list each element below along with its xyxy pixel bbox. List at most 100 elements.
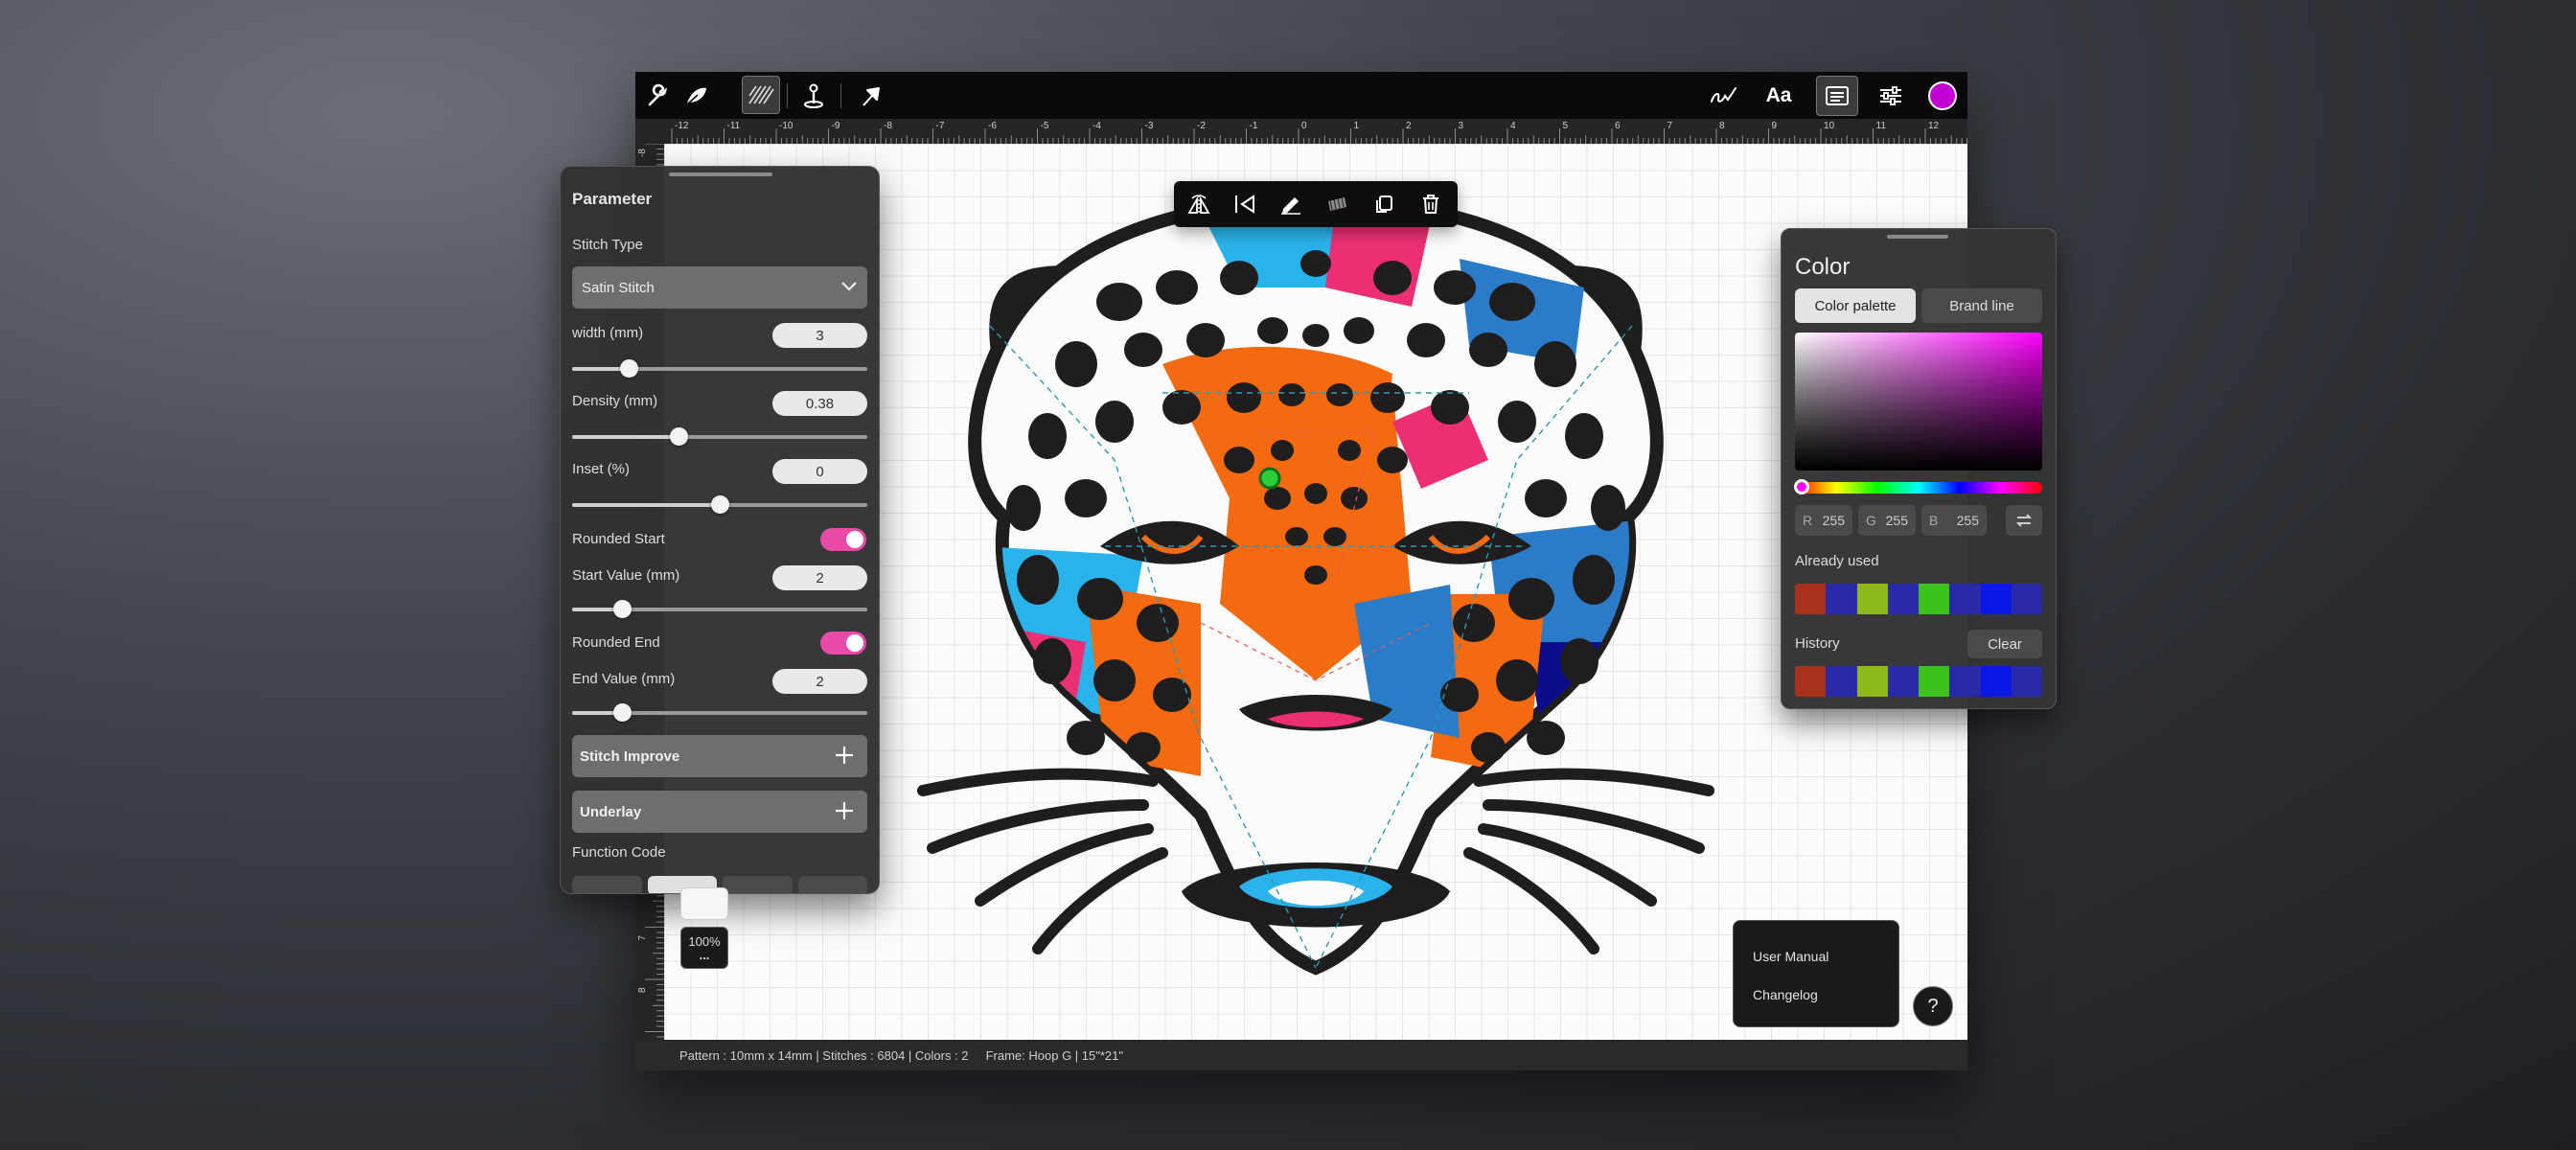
fill-hatch-icon[interactable] (742, 76, 780, 114)
ruler-tick-label: -4 (1092, 121, 1101, 131)
ruler-tick-label: -6 (988, 121, 997, 131)
ruler-tick-label: -12 (675, 121, 689, 131)
inset-slider[interactable] (572, 495, 867, 514)
color-swatch[interactable] (1949, 584, 1981, 614)
tab-color-palette[interactable]: Color palette (1795, 288, 1916, 323)
end-value-field[interactable]: 2 (772, 669, 867, 694)
end-value-slider[interactable] (572, 703, 867, 722)
density-field[interactable]: 0.38 (772, 391, 867, 416)
help-button[interactable]: ? (1913, 986, 1953, 1026)
plus-icon (836, 802, 853, 819)
history-swatches (1795, 666, 2042, 697)
color-swatch[interactable] (1980, 666, 2012, 697)
ruler-tick-label: -5 (1041, 121, 1049, 131)
slider-knob[interactable] (711, 495, 729, 514)
stitch-type-value: Satin Stitch (582, 279, 655, 296)
start-value-field[interactable]: 2 (772, 565, 867, 590)
signature-icon[interactable] (1705, 77, 1743, 115)
hue-knob[interactable] (1794, 479, 1809, 494)
slider-knob[interactable] (613, 600, 632, 618)
status-text: Pattern : 10mm x 14mm | Stitches : 6804 … (679, 1047, 1123, 1063)
sliders-icon[interactable] (1872, 77, 1910, 115)
color-swatch[interactable] (2011, 584, 2042, 614)
underlay-label: Underlay (580, 803, 642, 820)
stitch-type-label: Stitch Type (572, 237, 643, 253)
help-menu: User Manual Changelog (1733, 920, 1899, 1027)
flip-icon[interactable] (1230, 189, 1260, 219)
status-bar: Pattern : 10mm x 14mm | Stitches : 6804 … (635, 1040, 1967, 1070)
edit-stroke-icon[interactable] (1276, 189, 1306, 219)
ruler-tick-label: 0 (1301, 121, 1307, 131)
color-swatch[interactable] (1980, 584, 2012, 614)
color-swatch[interactable] (1887, 666, 1919, 697)
color-swatch[interactable] (1826, 584, 1857, 614)
plus-icon (836, 747, 853, 764)
ruler-tick-label: 8 (1719, 121, 1725, 131)
color-swatch-icon[interactable] (1923, 77, 1962, 115)
list-panel-icon[interactable] (1816, 76, 1858, 116)
color-swatch[interactable] (1919, 666, 1950, 697)
width-field[interactable]: 3 (772, 323, 867, 348)
mirror-split-icon[interactable] (1184, 189, 1214, 219)
color-swatch[interactable] (2011, 666, 2042, 697)
ruler-tick-label: -9 (832, 121, 840, 131)
copy-icon[interactable] (1368, 189, 1399, 219)
ruler-tick-label: 9 (1772, 121, 1778, 131)
underlay-section[interactable]: Underlay (572, 791, 867, 833)
color-swatch[interactable] (1856, 666, 1888, 697)
slider-knob[interactable] (669, 427, 688, 446)
ruler-tick-label: 4 (1510, 121, 1516, 131)
already-used-label: Already used (1795, 553, 1879, 569)
panel-drag-handle[interactable] (1887, 235, 1948, 239)
rounded-end-toggle[interactable] (820, 632, 866, 655)
clear-history-button[interactable]: Clear (1967, 630, 2042, 658)
ruler-tick-label: 6 (1615, 121, 1621, 131)
color-swatch[interactable] (1919, 584, 1950, 614)
changelog-link[interactable]: Changelog (1753, 987, 1818, 1002)
swap-icon[interactable] (2006, 505, 2042, 536)
toolbar-divider (840, 83, 841, 108)
width-slider[interactable] (572, 359, 867, 378)
rounded-start-label: Rounded Start (572, 531, 665, 547)
anchor-pin-icon[interactable] (794, 77, 833, 115)
ruler-tick-label: 3 (1459, 121, 1464, 131)
r-label: R (1803, 513, 1813, 528)
color-swatch[interactable] (1795, 666, 1827, 697)
rounded-start-toggle[interactable] (820, 528, 866, 551)
rounded-end-label: Rounded End (572, 634, 660, 651)
text-tool-icon[interactable]: Aa (1760, 77, 1798, 115)
wrench-icon[interactable] (639, 77, 678, 115)
tab-brand-line[interactable]: Brand line (1921, 288, 2042, 323)
color-swatch[interactable] (1856, 584, 1888, 614)
zoom-control[interactable]: 100% ... (680, 927, 728, 969)
density-slider[interactable] (572, 427, 867, 446)
ruler-tick-label: 2 (1406, 121, 1412, 131)
ruler-top: -12 -11 -10 -9 -8 -7 -6 -5 -4 -3 -2 -1 0 1 2 3 4 5 6 7 8 9 10 1… (664, 119, 1967, 144)
stitch-improve-section[interactable]: Stitch Improve (572, 735, 867, 777)
slider-knob[interactable] (613, 703, 632, 722)
more-icon[interactable]: ... (681, 949, 727, 962)
hue-slider[interactable] (1794, 479, 2042, 494)
r-field[interactable]: R 255 (1795, 505, 1852, 536)
inset-field[interactable]: 0 (772, 459, 867, 484)
ruler-tick-label: -8 (884, 121, 892, 131)
leaf-icon[interactable] (678, 77, 716, 115)
stitch-type-select[interactable]: Satin Stitch (572, 266, 867, 309)
g-field[interactable]: G 255 (1858, 505, 1916, 536)
b-value: 255 (1956, 513, 1979, 528)
slider-knob[interactable] (619, 359, 638, 378)
user-manual-link[interactable]: User Manual (1753, 949, 1828, 964)
color-swatch[interactable] (1826, 666, 1857, 697)
saturation-picker[interactable] (1795, 333, 2042, 471)
zoom-level: 100% (688, 934, 721, 949)
color-swatch[interactable] (1795, 584, 1827, 614)
panel-drag-handle[interactable] (669, 172, 772, 176)
trash-icon[interactable] (1415, 189, 1446, 219)
start-value-slider[interactable] (572, 600, 867, 618)
b-field[interactable]: B 255 (1921, 505, 1987, 536)
color-swatch[interactable] (1949, 666, 1981, 697)
canvas-mini-card[interactable] (680, 887, 728, 920)
color-swatch[interactable] (1887, 584, 1919, 614)
stitch-fill-icon[interactable] (1322, 189, 1352, 219)
arrow-cursor-icon[interactable] (852, 77, 890, 115)
